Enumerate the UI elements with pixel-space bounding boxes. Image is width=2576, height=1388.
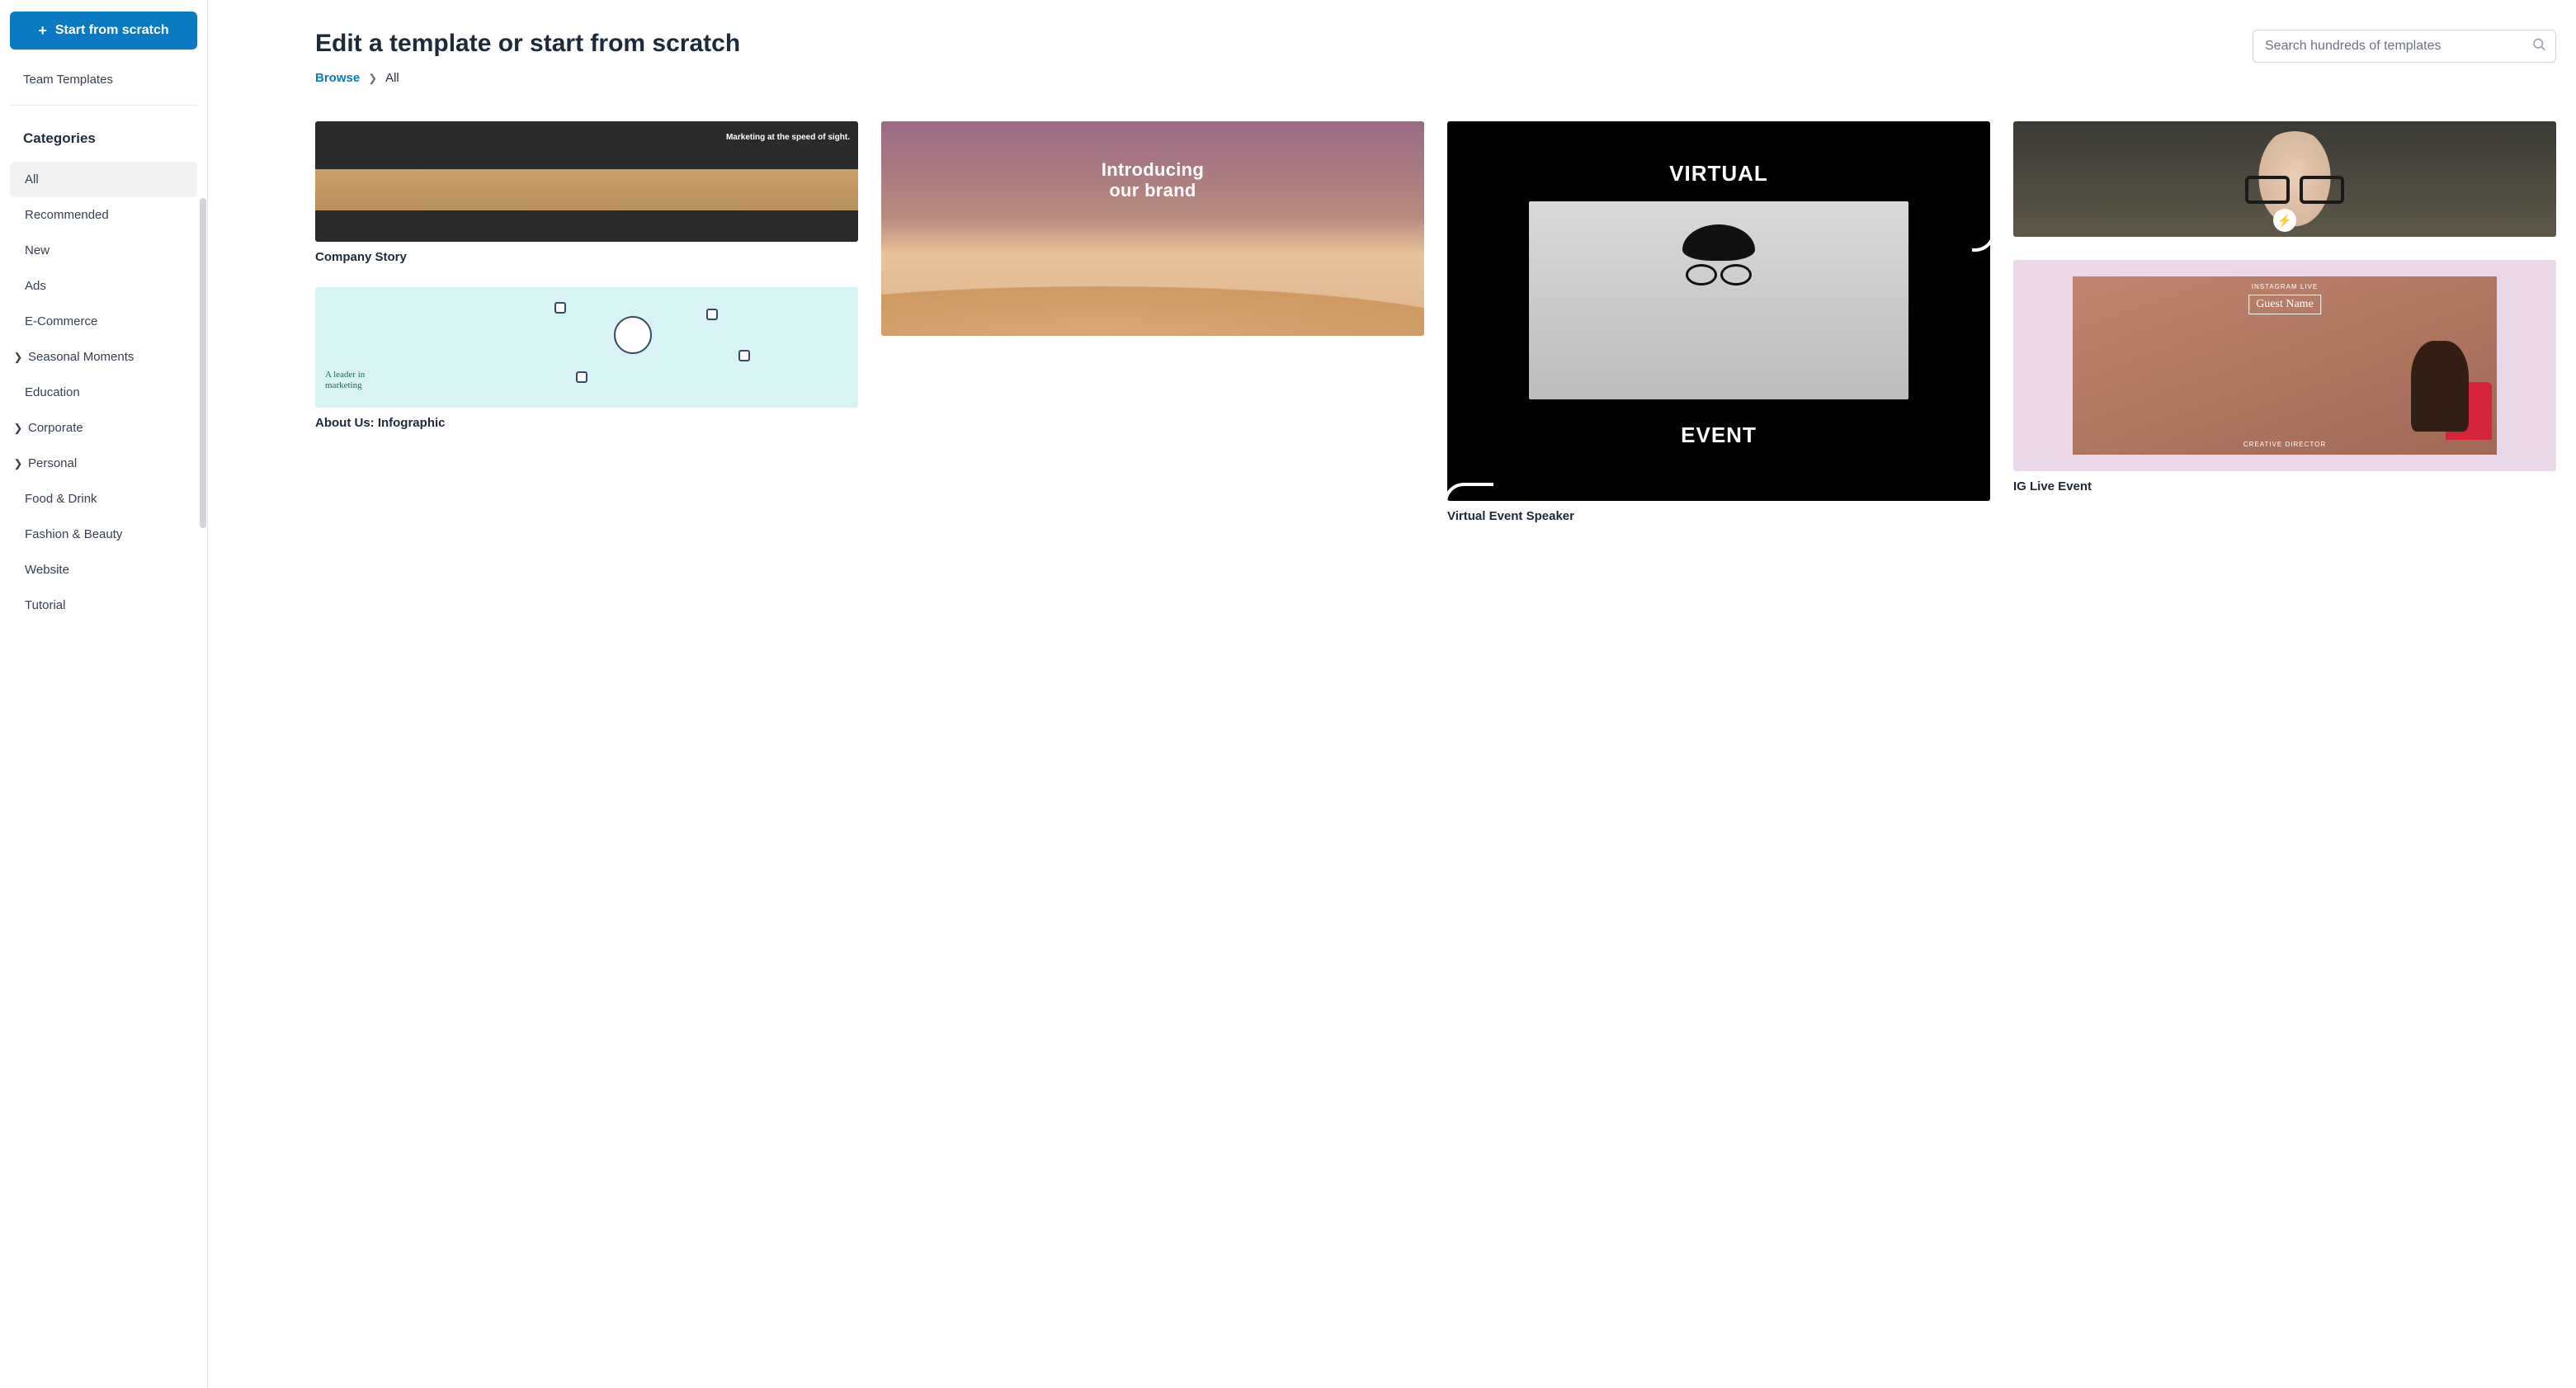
thumbnail-overlay-text: Marketing at the speed of sight. bbox=[726, 133, 850, 142]
template-thumbnail: VIRTUAL EVENT bbox=[1447, 121, 1990, 501]
page-title: Edit a template or start from scratch bbox=[315, 30, 740, 58]
category-label: Ads bbox=[25, 279, 46, 293]
breadcrumb: Browse ❯ All bbox=[315, 71, 740, 85]
category-ecommerce[interactable]: E-Commerce bbox=[10, 304, 197, 339]
sidebar: + Start from scratch Team Templates Cate… bbox=[0, 0, 208, 1388]
category-label: E-Commerce bbox=[25, 314, 97, 328]
category-label: Seasonal Moments bbox=[28, 350, 134, 364]
template-thumbnail: INSTAGRAM LIVE Guest Name CREATIVE DIREC… bbox=[2013, 260, 2556, 471]
sidebar-divider bbox=[10, 105, 197, 106]
thumbnail-overlay-text: Introducing our brand bbox=[1102, 159, 1204, 201]
category-seasonal-moments[interactable]: ❯ Seasonal Moments bbox=[10, 339, 197, 375]
category-label: New bbox=[25, 243, 50, 257]
chevron-right-icon: ❯ bbox=[12, 422, 25, 435]
category-label: Corporate bbox=[28, 421, 83, 435]
thumbnail-overlay-text: CREATIVE DIRECTOR bbox=[2073, 441, 2496, 448]
start-from-scratch-button[interactable]: + Start from scratch bbox=[10, 12, 197, 50]
categories-heading: Categories bbox=[10, 119, 197, 162]
thumbnail-overlay-text: Guest Name bbox=[2248, 295, 2321, 314]
category-label: Tutorial bbox=[25, 598, 65, 612]
category-fashion-beauty[interactable]: Fashion & Beauty bbox=[10, 517, 197, 552]
thumbnail-overlay-text: EVENT bbox=[1681, 423, 1757, 448]
team-templates-link[interactable]: Team Templates bbox=[10, 61, 197, 98]
template-card-ig-live[interactable]: INSTAGRAM LIVE Guest Name CREATIVE DIREC… bbox=[2013, 260, 2556, 493]
category-ads[interactable]: Ads bbox=[10, 268, 197, 304]
category-all[interactable]: All bbox=[10, 162, 197, 197]
thumbnail-overlay-text: A leader in marketing bbox=[325, 370, 365, 391]
category-label: Recommended bbox=[25, 208, 109, 222]
lightning-icon: ⚡ bbox=[2273, 209, 2296, 232]
thumbnail-overlay-text: VIRTUAL bbox=[1669, 161, 1768, 186]
breadcrumb-root[interactable]: Browse bbox=[315, 71, 360, 85]
thumbnail-overlay-text: INSTAGRAM LIVE bbox=[2073, 283, 2496, 290]
template-thumbnail: Marketing at the speed of sight. bbox=[315, 121, 858, 242]
template-card-introducing-brand[interactable]: Introducing our brand bbox=[881, 121, 1424, 336]
category-tutorial[interactable]: Tutorial bbox=[10, 588, 197, 623]
category-website[interactable]: Website bbox=[10, 552, 197, 588]
template-card-company-story[interactable]: Marketing at the speed of sight. Company… bbox=[315, 121, 858, 264]
category-label: Website bbox=[25, 563, 69, 577]
category-corporate[interactable]: ❯ Corporate bbox=[10, 410, 197, 446]
search-icon bbox=[2531, 37, 2546, 56]
category-list: All Recommended New Ads E-Commerce ❯ Sea… bbox=[10, 162, 197, 623]
category-food-drink[interactable]: Food & Drink bbox=[10, 481, 197, 517]
category-education[interactable]: Education bbox=[10, 375, 197, 410]
category-label: Personal bbox=[28, 456, 77, 470]
category-label: All bbox=[25, 172, 39, 186]
template-card-about-infographic[interactable]: A leader in marketing About Us: Infograp… bbox=[315, 287, 858, 430]
chevron-right-icon: ❯ bbox=[12, 457, 25, 470]
template-title: IG Live Event bbox=[2013, 479, 2556, 493]
template-thumbnail: A leader in marketing bbox=[315, 287, 858, 408]
template-card-portrait[interactable]: ⚡ bbox=[2013, 121, 2556, 237]
category-label: Fashion & Beauty bbox=[25, 527, 122, 541]
chevron-right-icon: ❯ bbox=[368, 72, 377, 85]
template-thumbnail: ⚡ bbox=[2013, 121, 2556, 237]
template-title: Company Story bbox=[315, 250, 858, 264]
template-card-virtual-event[interactable]: VIRTUAL EVENT Virtual Event Speaker bbox=[1447, 121, 1990, 523]
category-label: Food & Drink bbox=[25, 492, 97, 506]
template-title: Virtual Event Speaker bbox=[1447, 509, 1990, 523]
search-wrap bbox=[2253, 30, 2556, 63]
category-recommended[interactable]: Recommended bbox=[10, 197, 197, 233]
main-content: Edit a template or start from scratch Br… bbox=[208, 0, 2576, 1388]
category-personal[interactable]: ❯ Personal bbox=[10, 446, 197, 481]
category-label: Education bbox=[25, 385, 80, 399]
template-thumbnail: Introducing our brand bbox=[881, 121, 1424, 336]
start-from-scratch-label: Start from scratch bbox=[55, 23, 169, 38]
template-gallery: Marketing at the speed of sight. Company… bbox=[315, 121, 2556, 666]
chevron-right-icon: ❯ bbox=[12, 351, 25, 364]
template-search-input[interactable] bbox=[2253, 30, 2556, 63]
category-new[interactable]: New bbox=[10, 233, 197, 268]
breadcrumb-current: All bbox=[385, 71, 399, 85]
sidebar-scrollbar-thumb[interactable] bbox=[200, 198, 206, 528]
template-title: About Us: Infographic bbox=[315, 416, 858, 430]
plus-icon: + bbox=[38, 23, 47, 38]
main-header: Edit a template or start from scratch Br… bbox=[315, 30, 2556, 85]
